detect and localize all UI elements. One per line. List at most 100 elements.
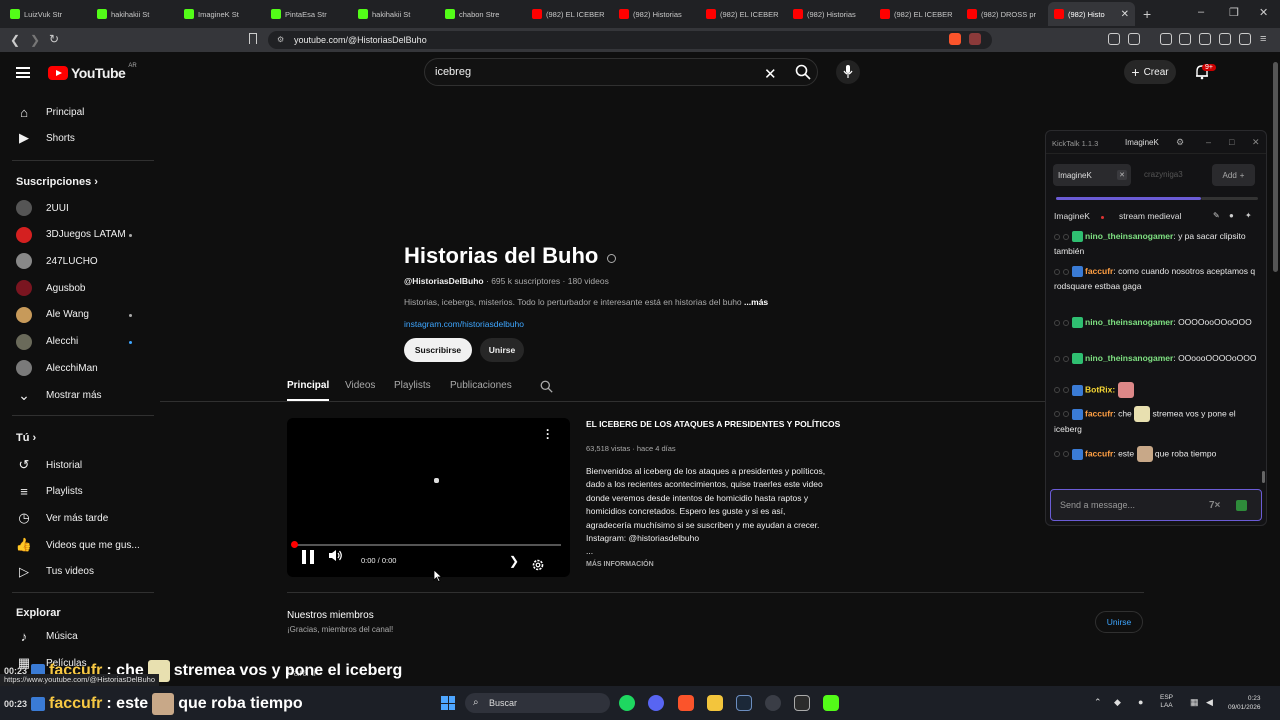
vpn-icon[interactable] xyxy=(1239,33,1251,45)
bookmark-icon[interactable] xyxy=(249,33,257,44)
pause-icon[interactable] xyxy=(302,550,314,564)
browser-tab[interactable]: (982) Historias xyxy=(787,2,874,26)
page-scrollbar-thumb[interactable] xyxy=(1273,62,1278,272)
language-indicator[interactable]: ESP LAA xyxy=(1160,694,1173,710)
chat-username[interactable]: nino_theinsanogamer xyxy=(1085,353,1173,363)
sidebar-item-playlists[interactable]: ≡ Playlists xyxy=(16,482,156,502)
maximize-icon[interactable]: □ xyxy=(1229,137,1234,147)
sidebar-item-ver-m-s-tarde[interactable]: ◷ Ver más tarde xyxy=(16,508,156,528)
tray-overflow-icon[interactable]: ⌃ xyxy=(1094,697,1102,708)
you-header[interactable]: Tú › xyxy=(16,432,36,444)
windows-start-icon[interactable] xyxy=(441,696,455,710)
browser-tab[interactable]: ImagineK St xyxy=(178,2,265,26)
tray-app-icon[interactable]: ◆ xyxy=(1114,697,1121,708)
reply-icon[interactable] xyxy=(1063,387,1069,393)
spotify-icon[interactable] xyxy=(619,695,635,711)
reply-icon[interactable] xyxy=(1063,355,1069,362)
close-window-icon[interactable]: ✕ xyxy=(1252,137,1260,148)
subscribe-button[interactable]: Suscribirse xyxy=(404,338,472,362)
subscriptions-header[interactable]: Suscripciones › xyxy=(16,176,98,188)
clear-search-icon[interactable]: ✕ xyxy=(764,65,777,83)
browser-tab[interactable]: hakihakii St xyxy=(352,2,439,26)
minimize-icon[interactable]: – xyxy=(1206,137,1211,147)
progress-scrubber[interactable] xyxy=(291,541,298,548)
volume-tray-icon[interactable]: ◀ xyxy=(1206,697,1213,708)
featured-video-title[interactable]: EL ICEBERG DE LOS ATAQUES A PRESIDENTES … xyxy=(586,419,840,429)
tab-principal[interactable]: Principal xyxy=(287,380,329,391)
discord-icon[interactable] xyxy=(648,695,664,711)
browser-tab[interactable]: (982) EL ICEBER xyxy=(526,2,613,26)
sidebar-item-videos-que-me-gus-[interactable]: 👍 Videos que me gus... xyxy=(16,535,156,555)
extensions-icon[interactable] xyxy=(1108,33,1120,45)
sidebar-item-agusbob[interactable]: Agusbob xyxy=(16,278,156,298)
sidebar-item-historial[interactable]: ↺ Historial xyxy=(16,455,156,475)
browser-tab[interactable]: (982) EL ICEBER xyxy=(874,2,961,26)
brave-icon[interactable] xyxy=(678,695,694,711)
kicktalk-username[interactable]: ImagineK xyxy=(1125,138,1159,147)
tab-videos[interactable]: Videos xyxy=(345,380,375,391)
sidebar-item-3djuegos-latam[interactable]: 3DJuegos LATAM xyxy=(16,225,156,245)
leo-icon[interactable] xyxy=(1219,33,1231,45)
chat-tab-imaginek[interactable]: ImagineK ✕ xyxy=(1053,164,1131,186)
browser-tab[interactable]: LuizVuk Str xyxy=(4,2,91,26)
browser-tab[interactable]: (982) DROSS pr xyxy=(961,2,1048,26)
new-tab-icon[interactable]: + xyxy=(1143,6,1151,22)
chat-username[interactable]: nino_theinsanogamer xyxy=(1085,317,1173,327)
kicktalk-settings-icon[interactable]: ⚙ xyxy=(1176,137,1184,148)
epic-games-icon[interactable] xyxy=(794,695,810,711)
chat-username[interactable]: faccufr xyxy=(1085,448,1113,458)
add-chat-button[interactable]: Add + xyxy=(1212,164,1255,186)
reply-icon[interactable] xyxy=(1063,319,1069,326)
description-more-link[interactable]: ...más xyxy=(744,297,768,307)
brave-rewards-icon[interactable] xyxy=(969,33,981,45)
pin-icon[interactable]: ✎ xyxy=(1213,211,1220,220)
sidebar-icon[interactable] xyxy=(1128,33,1140,45)
youtube-logo[interactable]: YouTube AR xyxy=(48,63,137,81)
browser-tab[interactable]: hakihakii St xyxy=(91,2,178,26)
user-icon[interactable]: ● xyxy=(1229,211,1234,220)
more-info-link[interactable]: MÁS INFORMACIÓN xyxy=(586,561,654,568)
restore-window-icon[interactable]: ❐ xyxy=(1229,6,1239,19)
reply-icon[interactable] xyxy=(1063,411,1069,417)
chat-username[interactable]: nino_theinsanogamer xyxy=(1085,231,1173,241)
sidebar-item-tus-videos[interactable]: ▷ Tus videos xyxy=(16,562,156,582)
sidebar-item-247lucho[interactable]: 247LUCHO xyxy=(16,251,156,271)
network-icon[interactable]: ▦ xyxy=(1190,697,1199,708)
kick-emote-icon[interactable] xyxy=(1236,500,1247,511)
kicktalk-app-icon[interactable] xyxy=(823,695,839,711)
site-info-icon[interactable]: ⚙ xyxy=(277,35,284,44)
chat-username[interactable]: faccufr xyxy=(1085,266,1113,276)
taskbar-search[interactable]: ⌕ Buscar xyxy=(465,693,610,713)
sidebar-item-alecchi[interactable]: Alecchi xyxy=(16,332,156,352)
progress-bar[interactable] xyxy=(293,544,561,546)
media-icon[interactable] xyxy=(1160,33,1172,45)
reply-icon[interactable] xyxy=(1063,451,1069,457)
address-bar[interactable]: ⚙ youtube.com/@HistoriasDelBuho xyxy=(268,31,992,49)
chat-username[interactable]: faccufr xyxy=(1085,408,1113,418)
members-join-button[interactable]: Unirse xyxy=(1095,611,1143,633)
tab-playlists[interactable]: Playlists xyxy=(394,380,431,391)
emote-picker-icon[interactable]: 7× xyxy=(1209,500,1220,511)
menu-icon[interactable] xyxy=(16,67,30,78)
sidebar-item-ale-wang[interactable]: Ale Wang xyxy=(16,305,156,325)
volume-icon[interactable] xyxy=(328,549,343,567)
steam-icon[interactable] xyxy=(736,695,752,711)
reply-icon[interactable] xyxy=(1063,233,1069,240)
reading-list-icon[interactable] xyxy=(1179,33,1191,45)
browser-tab[interactable]: chabon Stre xyxy=(439,2,526,26)
file-explorer-icon[interactable] xyxy=(707,695,723,711)
settings-gear-icon[interactable] xyxy=(531,558,545,577)
browser-tab[interactable]: (982) EL ICEBER xyxy=(700,2,787,26)
browser-menu-icon[interactable]: ≡ xyxy=(1260,33,1266,45)
back-icon[interactable]: ❮ xyxy=(5,33,25,47)
brave-shield-icon[interactable] xyxy=(949,33,961,45)
show-more-button[interactable]: ⌄ Mostrar más xyxy=(16,385,156,405)
system-clock[interactable]: 0:23 09/01/2026 xyxy=(1228,694,1261,712)
player-more-icon[interactable]: · · · xyxy=(546,424,550,444)
chat-scrollbar[interactable] xyxy=(1262,471,1265,483)
obs-icon[interactable] xyxy=(765,695,781,711)
close-tab-icon[interactable]: ✕ xyxy=(1121,9,1129,20)
search-input[interactable]: icebreg xyxy=(424,58,818,86)
browser-tab[interactable]: (982) Histo ✕ xyxy=(1048,2,1135,26)
next-icon[interactable]: ❯ xyxy=(509,554,519,568)
